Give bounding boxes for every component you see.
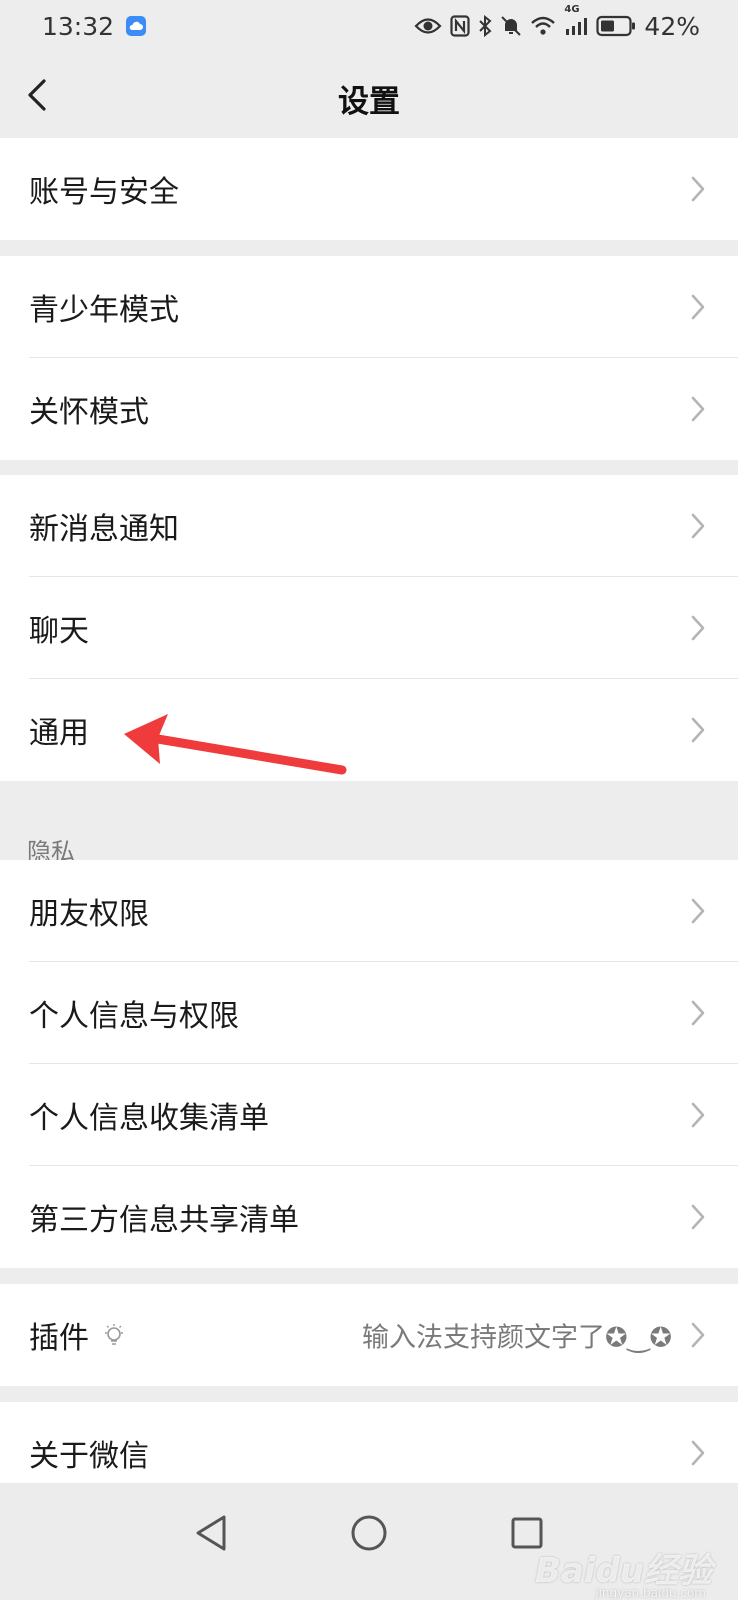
watermark-text: Baidu经验 xyxy=(534,1551,712,1591)
settings-item-account-security[interactable]: 账号与安全 xyxy=(0,138,738,240)
item-label: 新消息通知 xyxy=(29,512,179,547)
item-label: 第三方信息共享清单 xyxy=(29,1203,299,1238)
watermark: Baidu经验 jingyan.baidu.com xyxy=(534,1543,712,1600)
nfc-icon xyxy=(450,15,471,37)
settings-item-chat[interactable]: 聊天 xyxy=(0,577,738,679)
chevron-right-icon xyxy=(691,1102,705,1128)
item-label: 个人信息与权限 xyxy=(29,999,239,1034)
nav-home-button[interactable] xyxy=(341,1505,397,1561)
battery-icon xyxy=(596,15,636,37)
item-label: 青少年模式 xyxy=(29,293,179,328)
mute-icon xyxy=(500,15,522,37)
item-label: 朋友权限 xyxy=(29,897,149,932)
item-label: 聊天 xyxy=(29,614,89,649)
chevron-right-icon xyxy=(691,1440,705,1466)
nav-bar: 设置 xyxy=(0,52,738,138)
system-nav-bar: Baidu经验 jingyan.baidu.com xyxy=(0,1483,738,1600)
item-label: 账号与安全 xyxy=(29,175,179,210)
eye-icon xyxy=(414,17,442,35)
item-label: 个人信息收集清单 xyxy=(29,1101,269,1136)
chevron-right-icon xyxy=(691,513,705,539)
item-label: 插件 xyxy=(29,1321,89,1356)
circle-home-icon xyxy=(351,1515,387,1551)
annotation-arrow-icon xyxy=(124,714,347,775)
settings-item-friend-permissions[interactable]: 朋友权限 xyxy=(0,860,738,962)
network-type: 4G xyxy=(564,4,580,15)
lightbulb-icon xyxy=(105,1324,123,1345)
chevron-right-icon xyxy=(691,615,705,641)
settings-item-teen-mode[interactable]: 青少年模式 xyxy=(0,256,738,358)
item-label: 关于微信 xyxy=(29,1439,149,1474)
chevron-right-icon xyxy=(691,1000,705,1026)
cloud-icon xyxy=(126,16,147,36)
chevron-right-icon xyxy=(691,717,705,743)
clock: 13:32 xyxy=(42,11,115,41)
settings-item-third-party-sharing-list[interactable]: 第三方信息共享清单 xyxy=(0,1166,738,1268)
signal-icon: 4G xyxy=(564,4,588,36)
battery-percent: 42% xyxy=(644,11,700,41)
chevron-right-icon xyxy=(691,294,705,320)
item-label: 关怀模式 xyxy=(29,395,149,430)
settings-item-personal-info-permissions[interactable]: 个人信息与权限 xyxy=(0,962,738,1064)
plugin-hint: 输入法支持颜文字了✪‿✪ xyxy=(362,1322,672,1354)
wifi-icon xyxy=(530,16,556,36)
chevron-right-icon xyxy=(691,176,705,202)
watermark-sub: jingyan.baidu.com xyxy=(595,1586,706,1600)
page-title: 设置 xyxy=(338,84,400,120)
chevron-right-icon xyxy=(691,396,705,422)
settings-item-info-collection-list[interactable]: 个人信息收集清单 xyxy=(0,1064,738,1166)
settings-item-plugins[interactable]: 插件 输入法支持颜文字了✪‿✪ xyxy=(0,1284,738,1386)
item-label: 通用 xyxy=(29,716,89,751)
chevron-right-icon xyxy=(691,898,705,924)
settings-item-notifications[interactable]: 新消息通知 xyxy=(0,475,738,577)
nav-back-button[interactable] xyxy=(183,1505,239,1561)
triangle-back-icon xyxy=(196,1515,226,1551)
settings-item-care-mode[interactable]: 关怀模式 xyxy=(0,358,738,460)
bluetooth-icon xyxy=(478,15,492,37)
chevron-right-icon xyxy=(691,1204,705,1230)
chevron-right-icon xyxy=(691,1322,705,1348)
status-bar: 13:32 4G 42% xyxy=(0,0,738,52)
